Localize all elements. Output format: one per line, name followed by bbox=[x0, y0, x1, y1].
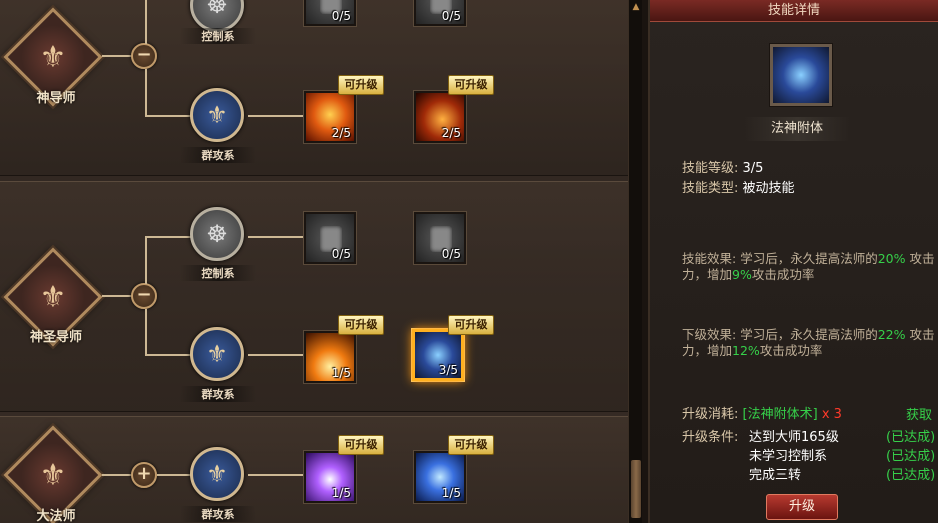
branch-icon-control-2[interactable]: ☸ bbox=[190, 207, 244, 261]
condition-1: 达到大师165级 bbox=[749, 430, 839, 445]
skill-slot-3a[interactable]: 1/5 bbox=[304, 331, 356, 383]
class-name-2: 神圣导师 bbox=[29, 330, 82, 345]
upgradeable-badge: 可升级 bbox=[448, 435, 494, 455]
scroll-thumb[interactable] bbox=[631, 460, 641, 518]
class-crest-icon: ⚜ bbox=[39, 39, 67, 75]
condition-3: 完成三转 bbox=[749, 468, 802, 483]
class-name-3: 大法师 bbox=[36, 509, 76, 523]
branch-icon-aoe-3[interactable]: ⚜ bbox=[190, 447, 244, 501]
condition-1-status: (已达成) bbox=[886, 430, 936, 445]
class-crest-icon: ⚜ bbox=[39, 279, 67, 315]
branch-label-control-2: 控制系 bbox=[180, 265, 256, 281]
skill-slot-4a[interactable]: 1/5 bbox=[304, 451, 356, 503]
tree-scrollbar[interactable]: ▲ bbox=[628, 0, 642, 523]
branch-label-control-1: 控制系 bbox=[180, 28, 256, 44]
upgrade-cost-row: 升级消耗: [法神附体术] x 3 bbox=[682, 407, 842, 422]
collapse-toggle-2[interactable]: − bbox=[131, 283, 157, 309]
cost-item: [法神附体术] bbox=[742, 407, 818, 422]
skill-tree-panel: ⚜ 神导师 − ☸ 控制系 ⚜ 群攻系 0/5 0/5 2/5 可升级 2/5 … bbox=[0, 0, 628, 523]
upgradeable-badge: 可升级 bbox=[338, 435, 384, 455]
skill-detail-panel: 技能详情 法神附体 技能等级: 3/5 技能类型: 被动技能 技能效果: 学习后… bbox=[648, 0, 938, 523]
skill-slot-0a[interactable]: 0/5 bbox=[304, 0, 356, 26]
obtain-link[interactable]: 获取 bbox=[906, 404, 932, 423]
upgrade-button[interactable]: 升级 bbox=[766, 494, 838, 520]
branch-label-aoe-3: 群攻系 bbox=[180, 506, 256, 522]
selected-skill-name: 法神附体 bbox=[744, 117, 850, 141]
upgradeable-badge: 可升级 bbox=[338, 315, 384, 335]
branch-label-aoe-1: 群攻系 bbox=[180, 147, 256, 163]
skill-level-row: 技能等级: 3/5 bbox=[682, 161, 764, 176]
collapse-toggle-1[interactable]: − bbox=[131, 43, 157, 69]
skill-slot-1b[interactable]: 2/5 bbox=[414, 91, 466, 143]
branch-icon-aoe-1[interactable]: ⚜ bbox=[190, 88, 244, 142]
skill-slot-0b[interactable]: 0/5 bbox=[414, 0, 466, 26]
condition-2: 未学习控制系 bbox=[749, 449, 828, 464]
upgrade-conditions: 升级条件: bbox=[682, 430, 739, 445]
upgradeable-badge: 可升级 bbox=[448, 315, 494, 335]
skill-effect: 技能效果: 学习后，永久提高法师的20% 攻击力，增加9%攻击成功率 bbox=[682, 251, 935, 282]
skill-type-row: 技能类型: 被动技能 bbox=[682, 181, 795, 196]
detail-title: 技能详情 bbox=[650, 0, 938, 22]
cost-qty: x 3 bbox=[821, 407, 842, 422]
class-crest-icon: ⚜ bbox=[39, 457, 67, 493]
branch-label-aoe-2: 群攻系 bbox=[180, 386, 256, 402]
condition-2-status: (已达成) bbox=[886, 449, 936, 464]
next-level-effect: 下级效果: 学习后，永久提高法师的22% 攻击力，增加12%攻击成功率 bbox=[682, 327, 935, 358]
skill-slot-4b[interactable]: 1/5 bbox=[414, 451, 466, 503]
upgradeable-badge: 可升级 bbox=[338, 75, 384, 95]
upgradeable-badge: 可升级 bbox=[448, 75, 494, 95]
class-name-1: 神导师 bbox=[36, 91, 76, 106]
condition-3-status: (已达成) bbox=[886, 468, 936, 483]
skill-slot-2a[interactable]: 0/5 bbox=[304, 212, 356, 264]
skill-slot-2b[interactable]: 0/5 bbox=[414, 212, 466, 264]
skill-slot-1a[interactable]: 2/5 bbox=[304, 91, 356, 143]
selected-skill-icon bbox=[770, 44, 832, 106]
branch-icon-aoe-2[interactable]: ⚜ bbox=[190, 327, 244, 381]
scroll-up-icon[interactable]: ▲ bbox=[631, 2, 641, 12]
expand-toggle-3[interactable]: + bbox=[131, 462, 157, 488]
skill-slot-3b-selected[interactable]: 3/5 bbox=[412, 329, 464, 381]
